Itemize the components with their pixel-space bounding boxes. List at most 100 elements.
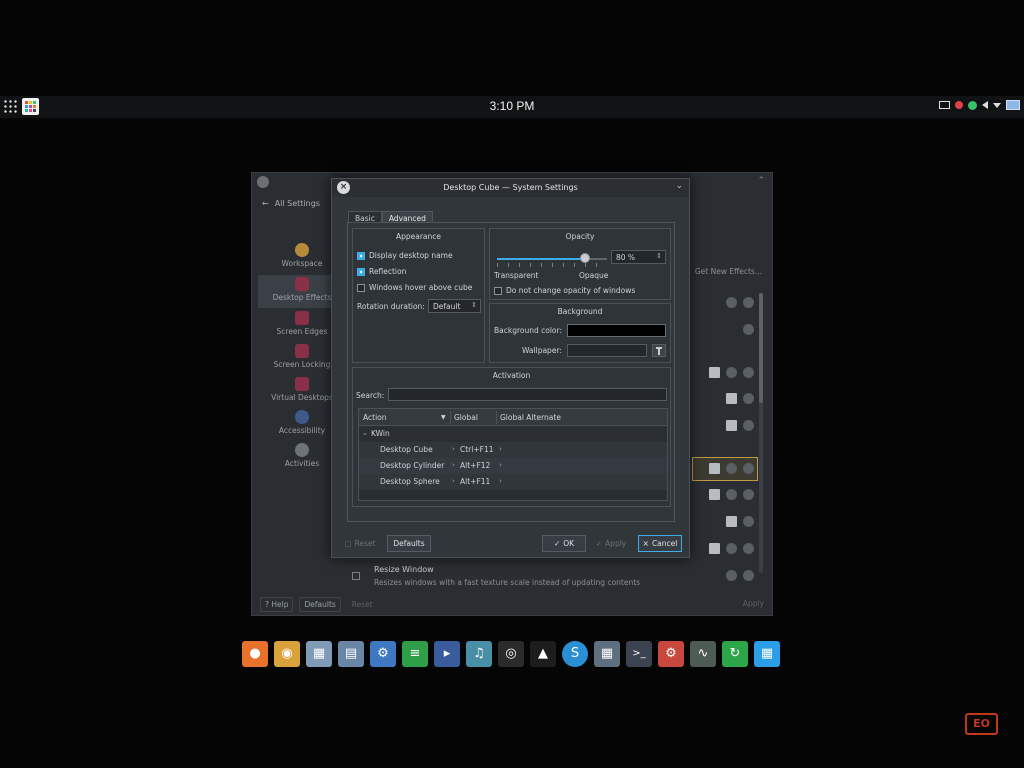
no-change-opacity-checkbox[interactable]: Do not change opacity of windows <box>494 286 635 295</box>
file-manager-icon[interactable]: ▤ <box>338 641 364 667</box>
background-color-picker[interactable] <box>567 324 666 337</box>
get-new-effects-button[interactable]: Get New Effects... <box>695 267 762 276</box>
chevron-right-icon[interactable]: › <box>452 477 455 485</box>
rotation-duration-spinbox[interactable]: Default ⇕ <box>428 299 481 313</box>
configure-icon[interactable] <box>726 489 737 500</box>
reset-button[interactable]: ▢ Reset <box>342 535 378 552</box>
clock[interactable]: 3:10 PM <box>0 99 1024 113</box>
configure-icon[interactable] <box>726 367 737 378</box>
cancel-button[interactable]: × Cancel <box>638 535 682 552</box>
mail-icon[interactable] <box>939 101 950 109</box>
video-editor-icon[interactable]: ▸ <box>434 641 460 667</box>
help-button[interactable]: ? Help <box>260 597 294 612</box>
global-shortcut-cell[interactable]: Alt+F11 <box>460 477 490 486</box>
display-desktop-name-checkbox[interactable]: Display desktop name <box>357 251 453 260</box>
firefox-icon[interactable]: ● <box>242 641 268 667</box>
global-shortcut-cell[interactable]: Alt+F12 <box>460 461 490 470</box>
linux-icon[interactable]: ▲ <box>530 641 556 667</box>
chevron-right-icon[interactable]: › <box>452 445 455 453</box>
chevron-right-icon[interactable]: › <box>499 445 502 453</box>
apply-button[interactable]: ✓ Apply <box>591 535 631 552</box>
opacity-slider[interactable] <box>497 258 607 260</box>
effects-scrollbar[interactable] <box>759 293 763 573</box>
video-icon[interactable] <box>709 489 720 500</box>
chevron-right-icon[interactable]: › <box>499 477 502 485</box>
dialog-titlebar[interactable]: × Desktop Cube — System Settings ⌄ <box>332 179 689 197</box>
info-icon[interactable] <box>743 463 754 474</box>
configure-icon[interactable] <box>726 543 737 554</box>
audio-icon[interactable]: ♫ <box>466 641 492 667</box>
screen-icon[interactable] <box>1006 100 1020 110</box>
chevron-right-icon[interactable]: › <box>452 461 455 469</box>
obs-icon[interactable]: ◎ <box>498 641 524 667</box>
spin-arrows-icon[interactable]: ⇕ <box>471 301 477 309</box>
info-icon[interactable] <box>743 489 754 500</box>
files-icon[interactable]: ▦ <box>306 641 332 667</box>
info-icon[interactable] <box>743 516 754 527</box>
global-shortcut-cell[interactable]: Ctrl+F11 <box>460 445 494 454</box>
checkbox[interactable] <box>357 267 365 276</box>
checkbox[interactable] <box>357 251 365 260</box>
update-icon[interactable]: ↻ <box>722 641 748 667</box>
windows-hover-checkbox[interactable]: Windows hover above cube <box>357 283 472 292</box>
table-row[interactable]: Desktop Cube › Ctrl+F11 › <box>359 442 667 458</box>
configure-icon[interactable] <box>726 463 737 474</box>
chrome-icon[interactable]: ◉ <box>274 641 300 667</box>
volume-icon[interactable] <box>982 101 988 109</box>
info-icon[interactable] <box>743 420 754 431</box>
table-row[interactable]: Desktop Cylinder › Alt+F12 › <box>359 458 667 474</box>
video-icon[interactable] <box>726 420 737 431</box>
wallpaper-field[interactable] <box>567 344 647 357</box>
video-icon[interactable] <box>709 367 720 378</box>
info-icon[interactable] <box>743 393 754 404</box>
scrollbar-thumb[interactable] <box>759 293 763 403</box>
chevron-down-icon[interactable]: ⌄ <box>675 181 683 191</box>
info-icon[interactable] <box>743 570 754 581</box>
video-icon[interactable] <box>726 516 737 527</box>
effect-checkbox[interactable] <box>352 572 360 580</box>
column-global[interactable]: Global <box>454 413 478 422</box>
info-icon[interactable] <box>743 324 754 335</box>
sort-icon[interactable]: ▼ <box>441 414 446 421</box>
windows-icon[interactable]: ▦ <box>754 641 780 667</box>
settings-icon[interactable]: ⚙ <box>370 641 396 667</box>
monitor-icon[interactable]: ∿ <box>690 641 716 667</box>
video-icon[interactable] <box>709 543 720 554</box>
video-icon[interactable] <box>709 463 720 474</box>
record-icon[interactable] <box>955 101 963 109</box>
collapse-icon[interactable]: ⌄ <box>362 429 368 437</box>
all-settings-button[interactable]: ← All Settings <box>262 199 320 208</box>
skype-icon[interactable]: S <box>562 641 588 667</box>
ok-button[interactable]: ✓ OK <box>542 535 586 552</box>
reset-button[interactable]: Reset <box>347 597 378 612</box>
network-icon[interactable] <box>968 100 977 110</box>
checkbox[interactable] <box>357 283 365 292</box>
system-settings-icon[interactable]: ⚙ <box>658 641 684 667</box>
close-icon[interactable] <box>257 176 269 188</box>
spotify-icon[interactable]: ≡ <box>402 641 428 667</box>
configure-icon[interactable] <box>726 570 737 581</box>
search-input[interactable] <box>388 388 667 401</box>
column-global-alternate[interactable]: Global Alternate <box>500 413 561 422</box>
info-icon[interactable] <box>743 543 754 554</box>
defaults-button[interactable]: Defaults <box>387 535 431 552</box>
apply-button[interactable]: Apply <box>743 599 764 608</box>
configure-icon[interactable] <box>726 297 737 308</box>
calculator-icon[interactable]: ▦ <box>594 641 620 667</box>
wallpaper-browse-button[interactable] <box>652 344 666 357</box>
info-icon[interactable] <box>743 297 754 308</box>
slider-handle[interactable] <box>580 253 590 263</box>
table-group-row[interactable]: ⌄ KWin <box>359 426 667 442</box>
tray-expand-icon[interactable] <box>993 102 1001 108</box>
checkbox[interactable] <box>494 286 502 295</box>
chevron-right-icon[interactable]: › <box>499 461 502 469</box>
chevron-up-icon[interactable]: ⌃ <box>757 176 765 186</box>
opacity-spinbox[interactable]: 80 % ⇕ <box>611 250 666 264</box>
info-icon[interactable] <box>743 367 754 378</box>
spin-arrows-icon[interactable]: ⇕ <box>656 252 662 260</box>
video-icon[interactable] <box>726 393 737 404</box>
column-action[interactable]: Action <box>363 413 387 422</box>
defaults-button[interactable]: Defaults <box>299 597 341 612</box>
reflection-checkbox[interactable]: Reflection <box>357 267 406 276</box>
terminal-icon[interactable]: >_ <box>626 641 652 667</box>
